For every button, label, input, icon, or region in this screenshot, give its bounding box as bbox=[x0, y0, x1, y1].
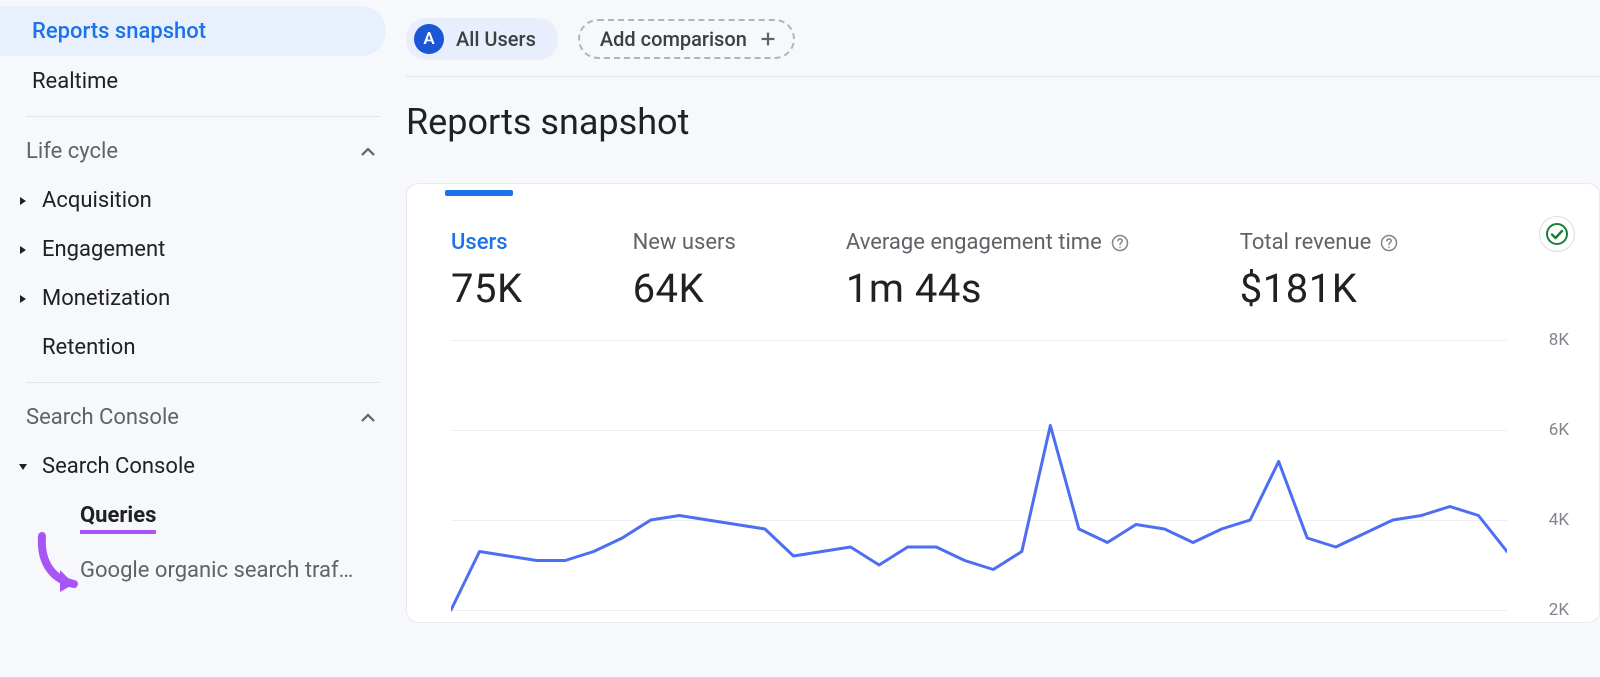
metric-label: Users bbox=[451, 230, 523, 255]
metric-label: Total revenue bbox=[1240, 230, 1399, 255]
sidebar-item-retention[interactable]: Retention bbox=[0, 323, 406, 372]
sidebar-item-label: Reports snapshot bbox=[32, 19, 206, 44]
plus-icon bbox=[757, 28, 779, 50]
check-circle-icon bbox=[1545, 222, 1569, 246]
sidebar-item-label: Engagement bbox=[42, 237, 165, 262]
sidebar-section-search-console[interactable]: Search Console bbox=[0, 393, 406, 442]
report-card: Users 75K New users 64K Average engagement t… bbox=[406, 183, 1600, 623]
metric-value: 64K bbox=[633, 265, 736, 312]
main-content: A All Users Add comparison Reports snaps… bbox=[406, 0, 1600, 677]
help-icon[interactable] bbox=[1379, 233, 1399, 253]
sidebar-item-monetization[interactable]: Monetization bbox=[0, 274, 406, 323]
sidebar-item-label: Monetization bbox=[42, 286, 170, 311]
filter-bar: A All Users Add comparison bbox=[406, 18, 1600, 77]
data-quality-status[interactable] bbox=[1539, 216, 1575, 252]
metric-value: $181K bbox=[1240, 265, 1399, 312]
chevron-up-icon bbox=[356, 406, 380, 430]
metric-new-users[interactable]: New users 64K bbox=[633, 230, 736, 312]
segment-badge: A bbox=[414, 24, 444, 54]
caret-right-icon bbox=[16, 245, 30, 255]
metric-users[interactable]: Users 75K bbox=[451, 230, 523, 312]
sidebar-item-label: Queries bbox=[80, 503, 156, 534]
chevron-up-icon bbox=[356, 140, 380, 164]
sidebar-item-label: Search Console bbox=[42, 454, 195, 479]
y-axis-tick: 2K bbox=[1549, 600, 1569, 620]
add-comparison-label: Add comparison bbox=[600, 27, 747, 51]
sidebar-item-engagement[interactable]: Engagement bbox=[0, 225, 406, 274]
sidebar-item-label: Realtime bbox=[32, 69, 118, 94]
line-chart: 8K 6K 4K 2K bbox=[407, 332, 1599, 622]
sidebar-item-google-organic[interactable]: Google organic search traf… bbox=[0, 546, 406, 595]
sidebar-item-queries[interactable]: Queries bbox=[0, 491, 406, 546]
sidebar-section-life-cycle[interactable]: Life cycle bbox=[0, 127, 406, 176]
page-title: Reports snapshot bbox=[406, 101, 1600, 143]
segment-label: All Users bbox=[456, 27, 536, 51]
y-axis-tick: 6K bbox=[1549, 420, 1569, 440]
y-axis-tick: 4K bbox=[1549, 510, 1569, 530]
metric-label: New users bbox=[633, 230, 736, 255]
add-comparison-button[interactable]: Add comparison bbox=[578, 19, 795, 59]
metric-average-engagement-time[interactable]: Average engagement time 1m 44s bbox=[846, 230, 1130, 312]
sidebar-item-realtime[interactable]: Realtime bbox=[0, 56, 386, 106]
users-line-series bbox=[451, 332, 1507, 622]
divider bbox=[26, 382, 380, 383]
sidebar-item-label: Acquisition bbox=[42, 188, 152, 213]
sidebar-item-reports-snapshot[interactable]: Reports snapshot bbox=[0, 6, 386, 56]
section-label: Search Console bbox=[26, 405, 179, 430]
caret-right-icon bbox=[16, 294, 30, 304]
caret-down-icon bbox=[16, 462, 30, 472]
segment-chip[interactable]: A All Users bbox=[406, 18, 558, 60]
sidebar-item-search-console[interactable]: Search Console bbox=[0, 442, 406, 491]
metric-value: 1m 44s bbox=[846, 265, 1130, 312]
active-tab-indicator bbox=[445, 190, 513, 196]
sidebar-item-label: Retention bbox=[42, 335, 135, 360]
section-label: Life cycle bbox=[26, 139, 118, 164]
y-axis-tick: 8K bbox=[1549, 330, 1569, 350]
metric-total-revenue[interactable]: Total revenue $181K bbox=[1240, 230, 1399, 312]
metric-label: Average engagement time bbox=[846, 230, 1130, 255]
metric-value: 75K bbox=[451, 265, 523, 312]
caret-right-icon bbox=[16, 196, 30, 206]
sidebar-item-label: Google organic search traf… bbox=[80, 558, 353, 583]
divider bbox=[26, 116, 380, 117]
sidebar-item-acquisition[interactable]: Acquisition bbox=[0, 176, 406, 225]
help-icon[interactable] bbox=[1110, 233, 1130, 253]
sidebar: Reports snapshot Realtime Life cycle Acq… bbox=[0, 0, 406, 677]
